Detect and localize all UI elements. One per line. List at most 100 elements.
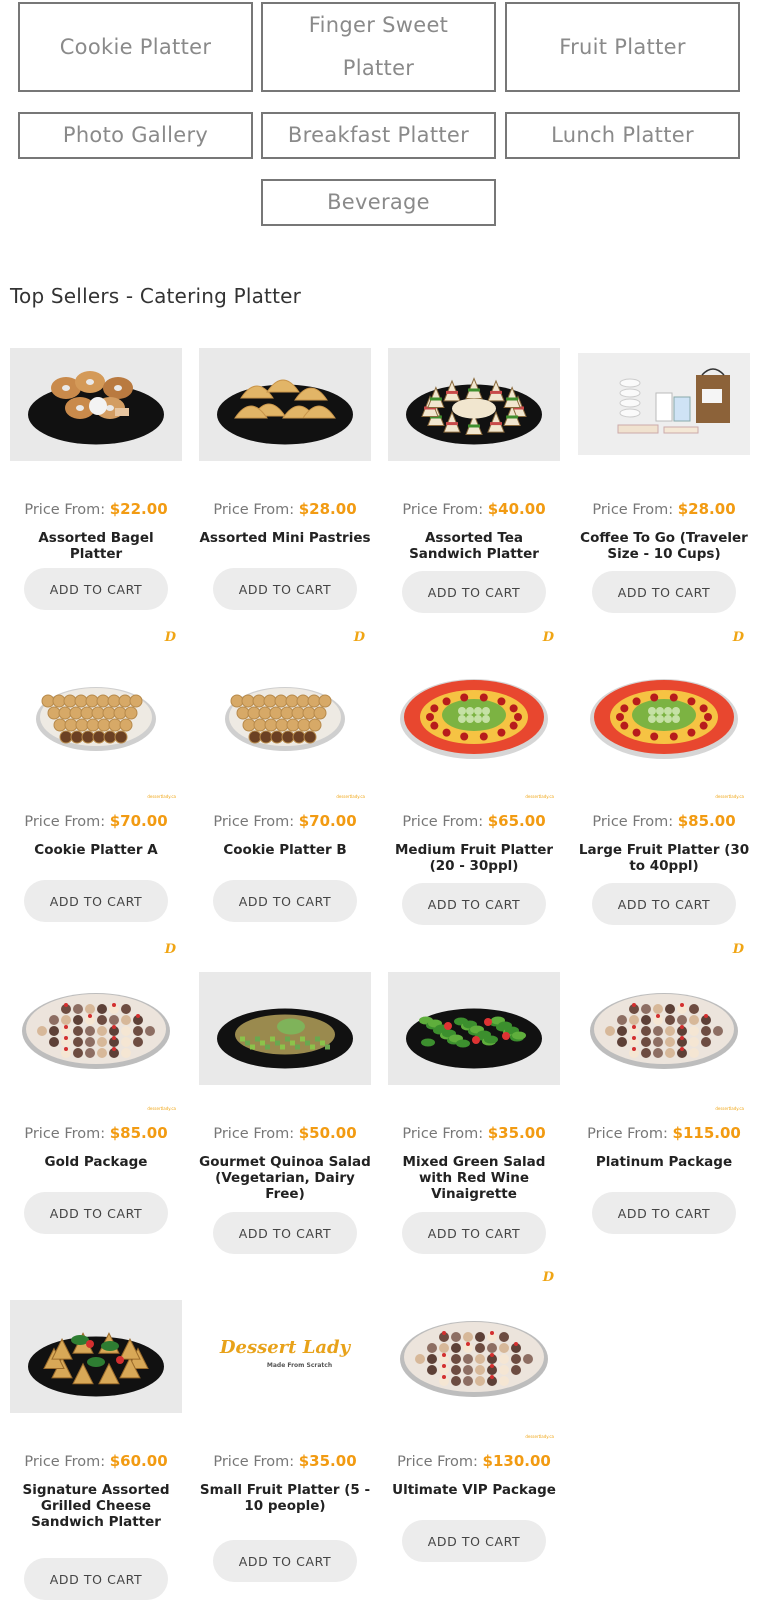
add-to-cart-button[interactable]: ADD TO CART — [402, 1520, 546, 1562]
product-image[interactable] — [388, 972, 560, 1085]
brand-logo: Dessert Lady Made From Scratch — [220, 1338, 350, 1375]
product-image[interactable] — [578, 353, 750, 455]
brand-footer: dessertlady.ca — [147, 1106, 176, 1111]
brand-mark-icon: D — [732, 630, 744, 645]
product-name[interactable]: Assorted Mini Pastries — [199, 530, 371, 546]
product-name[interactable]: Platinum Package — [578, 1154, 750, 1170]
price-amount: $130.00 — [482, 1452, 551, 1470]
brand-mark-icon: D — [542, 630, 554, 645]
category-label: Finger Sweet Platter — [308, 13, 449, 80]
category-breakfast-platter[interactable]: Breakfast Platter — [261, 112, 496, 159]
add-to-cart-button[interactable]: ADD TO CART — [402, 883, 546, 925]
dessert-platter-image — [590, 993, 738, 1069]
product-name[interactable]: Coffee To Go (Traveler Size - 10 Cups) — [578, 530, 750, 562]
add-to-cart-button[interactable]: ADD TO CART — [592, 883, 736, 925]
price-amount: $70.00 — [298, 812, 357, 830]
product-name[interactable]: Assorted Bagel Platter — [10, 530, 182, 562]
coffee-to-go-image — [578, 353, 750, 455]
product-price: Price From: $35.00 — [388, 1124, 560, 1142]
product-name[interactable]: Cookie Platter B — [199, 842, 371, 858]
product-name[interactable]: Ultimate VIP Package — [388, 1482, 560, 1498]
product-name[interactable]: Gold Package — [10, 1154, 182, 1170]
add-to-cart-button[interactable]: ADD TO CART — [402, 1212, 546, 1254]
price-amount: $40.00 — [487, 500, 546, 518]
price-prefix: Price From: — [402, 502, 488, 518]
product-price: Price From: $28.00 — [199, 500, 371, 518]
add-to-cart-button[interactable]: ADD TO CART — [213, 1540, 357, 1582]
product-price: Price From: $60.00 — [10, 1452, 182, 1470]
add-to-cart-button[interactable]: ADD TO CART — [592, 1192, 736, 1234]
category-label: Fruit Platter — [559, 34, 686, 59]
add-to-cart-button[interactable]: ADD TO CART — [402, 571, 546, 613]
price-prefix: Price From: — [587, 1126, 673, 1142]
add-to-cart-button[interactable]: ADD TO CART — [213, 568, 357, 610]
brand-mark-icon: D — [164, 942, 176, 957]
product-card: Price From: $50.00 Gourmet Quinoa Salad (… — [199, 942, 371, 1254]
price-amount: $60.00 — [109, 1452, 168, 1470]
product-card: Ddessertlady.ca Price From: $70.00 Cookie … — [199, 630, 371, 930]
add-to-cart-button[interactable]: ADD TO CART — [592, 571, 736, 613]
category-cookie-platter[interactable]: Cookie Platter — [18, 2, 253, 92]
product-price: Price From: $35.00 — [199, 1452, 371, 1470]
product-card: Ddessertlady.ca Price From: $85.00 Gold Pa… — [10, 942, 182, 1242]
product-image[interactable] — [578, 942, 750, 1112]
product-image[interactable]: Dessert Lady Made From Scratch — [199, 1300, 371, 1413]
quinoa-salad-image — [199, 972, 371, 1085]
add-to-cart-button[interactable]: ADD TO CART — [24, 568, 168, 610]
product-price: Price From: $115.00 — [578, 1124, 750, 1142]
product-card: Price From: $22.00 Assorted Bagel Platter… — [10, 340, 182, 640]
category-photo-gallery[interactable]: Photo Gallery — [18, 112, 253, 159]
product-name[interactable]: Medium Fruit Platter (20 - 30ppl) — [388, 842, 560, 874]
product-image[interactable] — [199, 348, 371, 461]
product-name[interactable]: Small Fruit Platter (5 - 10 people) — [199, 1482, 371, 1514]
product-name[interactable]: Assorted Tea Sandwich Platter — [388, 530, 560, 562]
add-to-cart-button[interactable]: ADD TO CART — [213, 1212, 357, 1254]
product-image[interactable] — [10, 942, 182, 1112]
price-prefix: Price From: — [24, 502, 110, 518]
product-name[interactable]: Cookie Platter A — [10, 842, 182, 858]
price-prefix: Price From: — [213, 814, 299, 830]
product-image[interactable] — [199, 972, 371, 1085]
product-card: Ddessertlady.ca Price From: $115.00 Platin… — [578, 942, 750, 1242]
fruit-platter-image — [590, 679, 738, 759]
product-card: Price From: $35.00 Mixed Green Salad with… — [388, 942, 560, 1254]
category-finger-sweet-platter[interactable]: Finger Sweet Platter — [261, 2, 496, 92]
category-lunch-platter[interactable]: Lunch Platter — [505, 112, 740, 159]
product-name[interactable]: Mixed Green Salad with Red Wine Vinaigre… — [388, 1154, 560, 1202]
brand-mark-icon: D — [164, 630, 176, 645]
brand-tagline: Made From Scratch — [266, 1361, 333, 1369]
brand-footer: dessertlady.ca — [525, 794, 554, 799]
price-prefix: Price From: — [24, 814, 110, 830]
category-beverage[interactable]: Beverage — [261, 179, 496, 226]
add-to-cart-button[interactable]: ADD TO CART — [213, 880, 357, 922]
product-card: Price From: $40.00 Assorted Tea Sandwich … — [388, 340, 560, 640]
product-image[interactable] — [10, 348, 182, 461]
product-price: Price From: $50.00 — [199, 1124, 371, 1142]
price-prefix: Price From: — [402, 1126, 488, 1142]
product-image[interactable] — [388, 348, 560, 461]
product-name[interactable]: Large Fruit Platter (30 to 40ppl) — [578, 842, 750, 874]
product-image[interactable] — [578, 630, 750, 800]
price-amount: $115.00 — [672, 1124, 741, 1142]
brand-footer: dessertlady.ca — [147, 794, 176, 799]
product-image[interactable] — [388, 630, 560, 800]
product-price: Price From: $65.00 — [388, 812, 560, 830]
product-name[interactable]: Gourmet Quinoa Salad (Vegetarian, Dairy … — [199, 1154, 371, 1202]
dessert-platter-image — [22, 993, 170, 1069]
product-image[interactable] — [199, 630, 371, 800]
cookie-platter-image — [36, 687, 156, 751]
bagel-platter-image — [10, 348, 182, 461]
add-to-cart-button[interactable]: ADD TO CART — [24, 1192, 168, 1234]
price-prefix: Price From: — [592, 502, 678, 518]
product-name[interactable]: Signature Assorted Grilled Cheese Sandwi… — [10, 1482, 182, 1530]
product-image[interactable] — [10, 1300, 182, 1413]
green-salad-image — [388, 972, 560, 1085]
product-image[interactable] — [388, 1270, 560, 1440]
product-price: Price From: $40.00 — [388, 500, 560, 518]
category-fruit-platter[interactable]: Fruit Platter — [505, 2, 740, 92]
add-to-cart-button[interactable]: ADD TO CART — [24, 880, 168, 922]
price-amount: $22.00 — [109, 500, 168, 518]
product-price: Price From: $85.00 — [10, 1124, 182, 1142]
brand-footer: dessertlady.ca — [715, 794, 744, 799]
product-image[interactable] — [10, 630, 182, 800]
